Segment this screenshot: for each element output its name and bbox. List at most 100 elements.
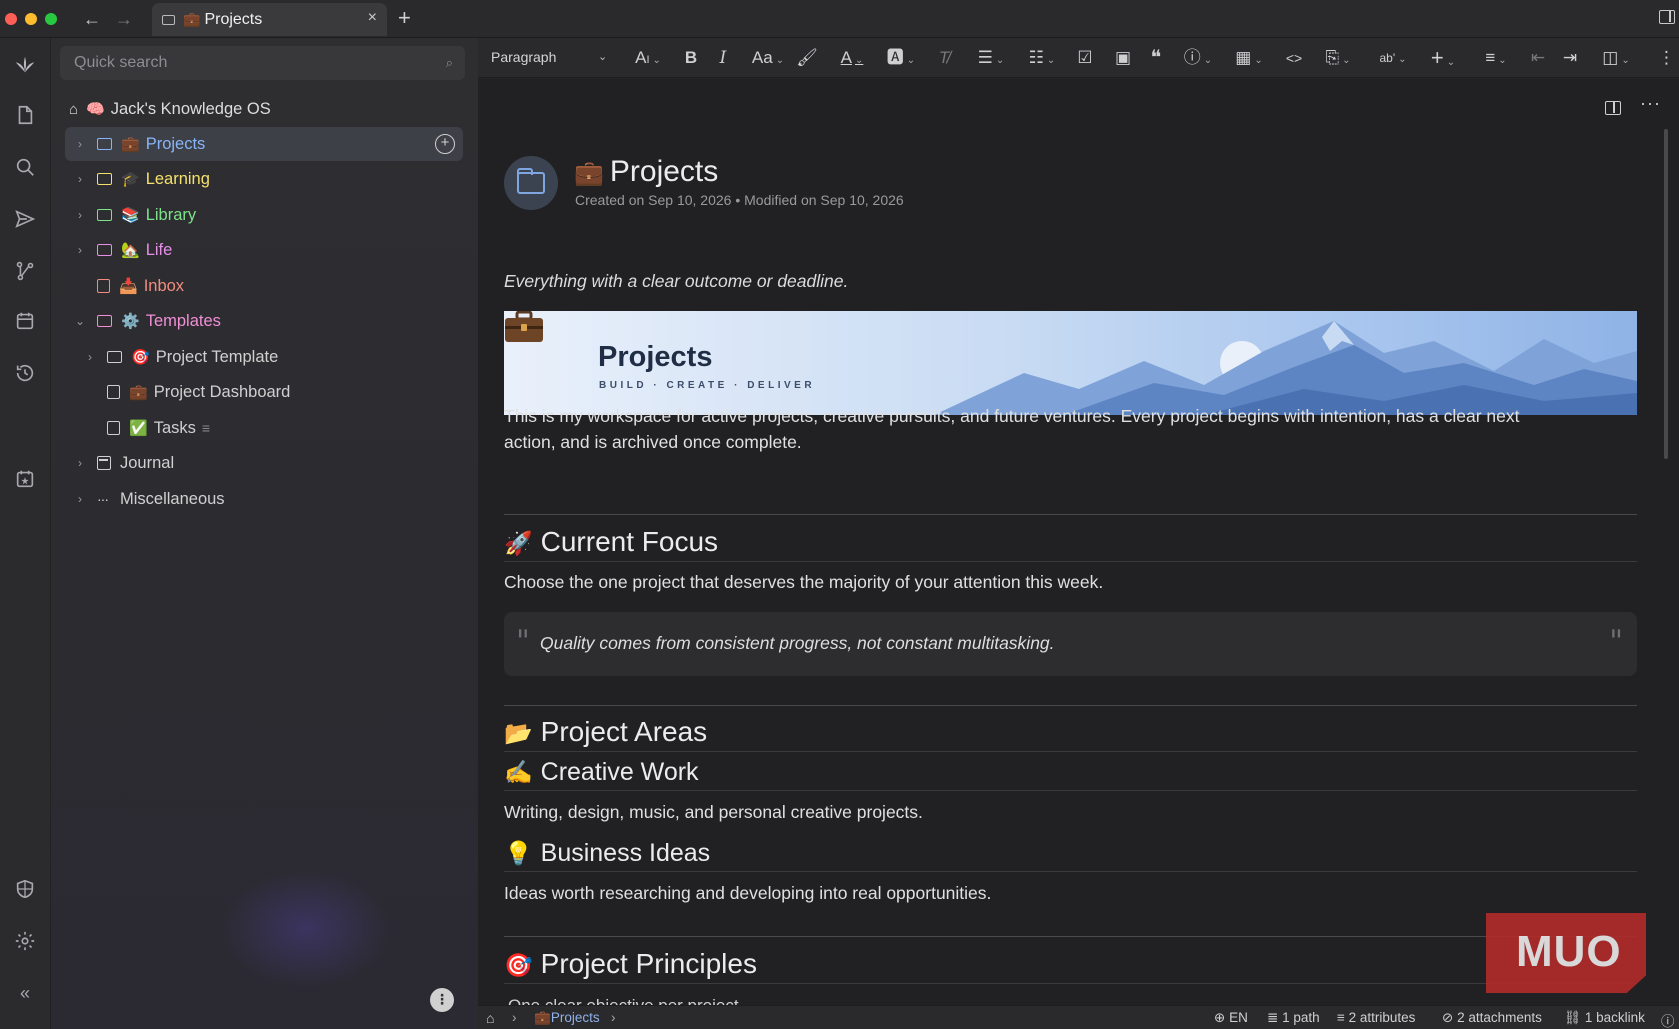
app-logo-icon[interactable] [10,50,40,80]
home-icon[interactable]: ⌂ [486,1010,494,1026]
numbered-list-icon[interactable]: ☷ ⌄ [1022,46,1062,70]
note-editor[interactable]: ··· 💼 Projects Created on Sep 10, 2026 • … [478,79,1679,1005]
heading-underline [504,561,1637,562]
chevron-right-icon[interactable]: › [73,456,87,470]
outdent-icon[interactable]: ⇤ [1526,46,1550,70]
watermark-text: MUO [1516,927,1622,976]
tree-item-life[interactable]: › 🏡 Life [65,233,463,267]
indent-icon[interactable]: ⇥ [1558,46,1582,70]
chevron-down-icon[interactable]: ⌄ [598,50,607,63]
layout-icon[interactable]: ◫ ⌄ [1596,46,1636,70]
chevron-right-icon[interactable]: › [73,492,87,506]
new-note-icon[interactable] [10,100,40,130]
tab-projects[interactable]: 💼 Projects × [152,3,387,36]
today-note-icon[interactable] [10,464,40,494]
folder-icon [97,209,112,221]
todo-list-icon[interactable]: ☑ [1073,46,1097,70]
minimize-window-button[interactable] [25,13,37,25]
insert-image-icon[interactable]: ▣ [1111,46,1135,70]
forward-arrow-icon[interactable]: → [111,6,137,32]
special-characters-icon[interactable]: ab' ⌄ [1371,46,1415,70]
tree-item-journal[interactable]: › Journal [65,446,463,480]
new-tab-icon[interactable]: + [398,5,411,31]
protected-session-icon[interactable] [10,874,40,904]
tree-root-node[interactable]: ⌂ 🧠 Jack's Knowledge OS [65,92,463,126]
breadcrumb-projects[interactable]: 💼Projects [534,1010,600,1026]
chevron-right-icon[interactable]: › [73,208,87,222]
add-child-note-icon[interactable]: + [435,134,455,154]
collapse-sidebar-icon[interactable]: « [10,978,40,1008]
tree-item-projects[interactable]: › 💼 Projects + [65,127,463,161]
breadcrumb-label: Projects [550,1010,600,1025]
tree-item-inbox[interactable]: › 📥 Inbox [65,269,463,303]
note-icon-button[interactable] [504,156,558,210]
attributes-indicator[interactable]: ≡ 2 attributes [1337,1010,1415,1025]
house-icon: 🏡 [121,242,140,259]
chevron-right-icon[interactable]: › [73,243,87,257]
tree-options-button[interactable]: ⋮ [430,988,454,1012]
info-icon[interactable]: ⓘ [1661,1010,1675,1029]
format-painter-icon[interactable]: 🖌 [796,46,818,70]
maximize-window-button[interactable] [45,13,57,25]
chevron-right-icon[interactable]: › [73,172,87,186]
insert-plus-icon[interactable]: + ⌄ [1423,46,1463,70]
tree-item-project-dashboard[interactable]: › 💼 Project Dashboard [65,375,463,409]
text-case-icon[interactable]: Aa ⌄ [747,46,789,70]
send-icon[interactable] [10,204,40,234]
block-type-select[interactable]: Paragraph [491,49,556,65]
chevron-right-icon[interactable]: › [83,350,97,364]
search-icon[interactable] [10,152,40,182]
close-window-button[interactable] [5,13,17,25]
note-paths-indicator[interactable]: ≣ 1 path [1267,1010,1320,1026]
tree-item-templates[interactable]: ⌄ ⚙️ Templates [65,304,463,338]
admonition-icon[interactable]: ⓘ ⌄ [1178,46,1218,70]
text-color-icon[interactable]: A ⌄ [834,46,870,70]
tree-item-tasks[interactable]: › ✅ Tasks ≡ [65,411,463,445]
align-icon[interactable]: ≡ ⌄ [1476,46,1516,70]
note-icon [107,421,120,435]
recent-changes-icon[interactable] [10,358,40,388]
graduation-cap-icon: 🎓 [121,171,140,188]
tree-item-learning[interactable]: › 🎓 Learning [65,162,463,196]
insert-table-icon[interactable]: ▦ ⌄ [1229,46,1269,70]
tree-item-label: Inbox [143,276,185,295]
code-block-icon[interactable]: ⎘ ⌄ [1316,46,1360,70]
intro-paragraph-line-2: action, and is archived once complete. [504,432,802,452]
block-quote-icon[interactable]: ❝ [1145,46,1167,70]
bulleted-list-icon[interactable]: ☰ ⌄ [971,46,1011,70]
attachments-indicator[interactable]: ⊘ 2 attachments [1442,1010,1542,1026]
backlinks-indicator[interactable]: ⛓ 1 backlink [1564,1010,1645,1026]
split-view-icon[interactable] [1605,101,1621,115]
tree-item-label: Project Dashboard [153,382,291,401]
italic-icon[interactable]: I [713,46,733,70]
settings-gear-icon[interactable] [10,926,40,956]
tree-item-library[interactable]: › 📚 Library [65,198,463,232]
chevron-right-icon[interactable]: › [73,137,87,151]
bold-icon[interactable]: B [681,46,701,70]
clear-formatting-icon[interactable]: T̸ [933,46,955,70]
back-arrow-icon[interactable]: ← [79,6,105,32]
highlight-color-icon[interactable]: 🅰 ⌄ [883,46,919,70]
code-icon[interactable]: <> [1281,46,1307,70]
tree-item-project-template[interactable]: › 🎯 Project Template [65,340,463,374]
calendar-icon[interactable] [10,306,40,336]
note-map-icon[interactable] [10,256,40,286]
tree-item-label: Miscellaneous [120,489,225,508]
target-icon: 🎯 [504,952,533,978]
quick-search-input[interactable]: Quick search ⌕ [60,46,465,80]
brain-icon: 🧠 [86,101,105,118]
breadcrumb-separator[interactable]: › [611,1010,616,1025]
note-tree-sidebar: Quick search ⌕ ⌂ 🧠 Jack's Knowledge OS ›… [51,38,478,1029]
more-options-icon[interactable]: ··· [1640,93,1661,114]
right-pane-toggle-icon[interactable] [1659,10,1675,24]
folder-icon [97,138,112,150]
language-indicator[interactable]: ⊕ EN [1214,1010,1248,1026]
note-title[interactable]: 💼 Projects [574,155,718,189]
chevron-down-icon[interactable]: ⌄ [73,314,87,328]
font-size-icon[interactable]: AI ⌄ [628,46,668,70]
check-mark-icon: ✅ [129,420,148,437]
tree-item-miscellaneous[interactable]: › ··· Miscellaneous [65,482,463,516]
close-tab-icon[interactable]: × [368,9,377,27]
editor-scrollbar[interactable] [1664,129,1668,459]
more-vertical-icon[interactable]: ⋮ [1658,46,1675,70]
